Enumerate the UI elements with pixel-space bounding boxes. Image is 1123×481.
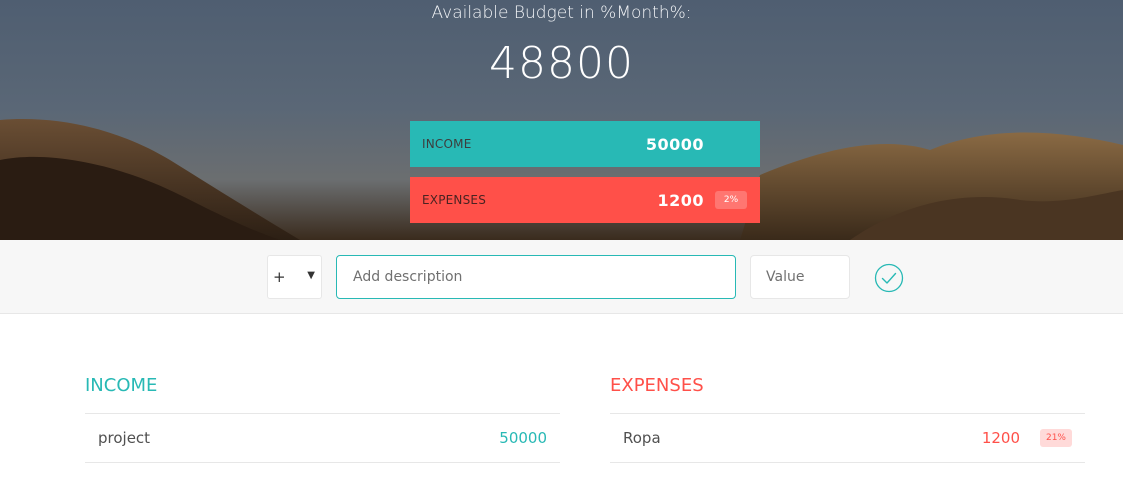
income-list-title: Income xyxy=(85,374,560,414)
expenses-summary: EXPENSES 1200 2% xyxy=(410,177,760,223)
expenses-percentage-badge: 2% xyxy=(715,191,747,209)
income-summary: INCOME 50000 xyxy=(410,121,760,167)
expense-percentage-badge: 21% xyxy=(1040,429,1072,447)
expenses-summary-label: EXPENSES xyxy=(422,193,487,207)
income-list: Income project 50000 xyxy=(85,374,560,463)
expenses-list-title: Expenses xyxy=(610,374,1085,414)
income-item-description: project xyxy=(98,429,151,447)
income-item-value: 50000 xyxy=(499,429,547,447)
available-budget-value: 48800 xyxy=(489,38,634,89)
add-type-selected-value: + xyxy=(273,268,286,286)
chevron-down-icon: ▼ xyxy=(307,270,315,281)
add-type-select[interactable]: + ▼ xyxy=(267,255,322,299)
checkmark-circle-icon xyxy=(874,263,904,293)
budget-title: Available Budget in %Month%: xyxy=(431,3,692,23)
budget-header: Available Budget in %Month%: 48800 INCOM… xyxy=(0,0,1123,240)
expenses-list-item[interactable]: Ropa 1200 21% xyxy=(610,414,1085,463)
income-summary-label: INCOME xyxy=(422,137,472,151)
expenses-list: Expenses Ropa 1200 21% xyxy=(610,374,1085,463)
expense-item-value: 1200 xyxy=(981,429,1020,447)
description-input[interactable] xyxy=(336,255,736,299)
add-item-button[interactable] xyxy=(874,263,904,293)
expense-item-description: Ropa xyxy=(623,429,661,447)
income-list-item[interactable]: project 50000 xyxy=(85,414,560,463)
value-input[interactable] xyxy=(750,255,850,299)
add-item-bar: + ▼ xyxy=(0,240,1123,314)
expenses-summary-value: 1200 xyxy=(657,190,704,210)
income-summary-value: 50000 xyxy=(645,134,704,154)
